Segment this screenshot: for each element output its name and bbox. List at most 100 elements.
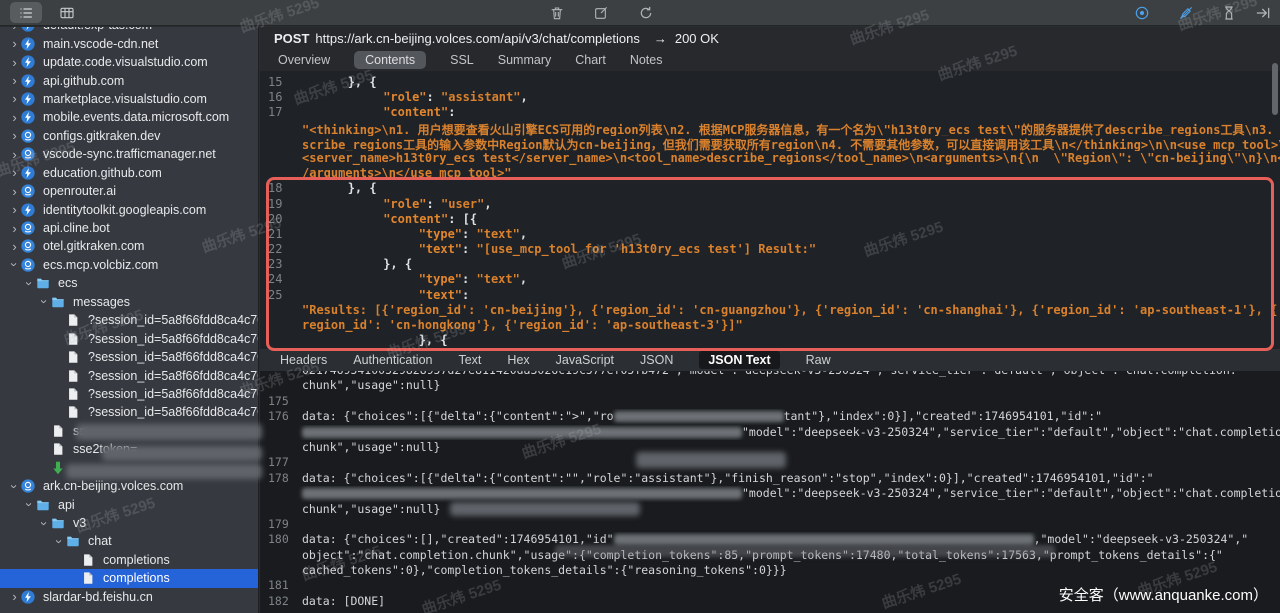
- sidebar-item[interactable]: ›identitytoolkit.googleapis.com: [0, 200, 258, 218]
- tab-hex[interactable]: Hex: [507, 353, 529, 367]
- code-line: "Results: [{'region_id': 'cn-beijing'}, …: [260, 303, 1280, 318]
- sidebar-item[interactable]: ›openrouter.ai: [0, 182, 258, 200]
- sidebar-item-label: completions: [103, 571, 170, 585]
- sidebar-item[interactable]: ›mobile.events.data.microsoft.com: [0, 108, 258, 126]
- chevron-icon[interactable]: ›: [8, 590, 21, 603]
- sidebar-item[interactable]: completions: [0, 551, 258, 569]
- sidebar-item[interactable]: completions: [0, 569, 258, 587]
- skip-end-icon[interactable]: [1252, 2, 1274, 24]
- bolt-icon: [21, 110, 38, 124]
- chevron-icon[interactable]: ›: [38, 517, 51, 530]
- tab-json[interactable]: JSON: [640, 353, 673, 367]
- sidebar-item[interactable]: ?session_id=5a8f66fdd8ca4c70aa2: [0, 311, 258, 329]
- code-line: 20"content": [{: [260, 212, 1280, 227]
- line-number: 23: [260, 257, 298, 272]
- chevron-icon[interactable]: ›: [8, 37, 21, 50]
- no-edit-icon[interactable]: [1175, 2, 1197, 24]
- doc-icon: [66, 387, 83, 401]
- chevron-icon[interactable]: ›: [38, 295, 51, 308]
- chevron-icon[interactable]: ›: [23, 498, 36, 511]
- compose-icon[interactable]: [590, 2, 612, 24]
- line-number: 182: [260, 594, 298, 609]
- bolt-icon: [21, 590, 38, 604]
- chevron-icon[interactable]: ›: [8, 240, 21, 253]
- sidebar-item[interactable]: ›vscode-sync.trafficmanager.net: [0, 145, 258, 163]
- tab-chart[interactable]: Chart: [575, 53, 606, 67]
- chevron-icon[interactable]: ›: [8, 166, 21, 179]
- chevron-icon[interactable]: ›: [8, 203, 21, 216]
- chevron-icon[interactable]: ›: [8, 74, 21, 87]
- tab-authentication[interactable]: Authentication: [353, 353, 432, 367]
- chevron-icon[interactable]: ›: [8, 27, 21, 32]
- chevron-icon[interactable]: ›: [8, 111, 21, 124]
- chevron-icon[interactable]: ›: [8, 148, 21, 161]
- tab-overview[interactable]: Overview: [278, 53, 330, 67]
- doc-icon: [66, 332, 83, 346]
- hourglass-icon[interactable]: [1218, 2, 1240, 24]
- sidebar-item[interactable]: ›ecs.mcp.volcbiz.com: [0, 256, 258, 274]
- chevron-icon[interactable]: ›: [8, 129, 21, 142]
- sidebar-item-label: main.vscode-cdn.net: [43, 37, 158, 51]
- sidebar-item[interactable]: ?session_id=5a8f66fdd8ca4c70aa2: [0, 403, 258, 421]
- sidebar-item[interactable]: › api: [0, 495, 258, 513]
- sidebar-item[interactable]: ›messages: [0, 293, 258, 311]
- tab-summary[interactable]: Summary: [498, 53, 551, 67]
- sidebar-item[interactable]: ›education.github.com: [0, 164, 258, 182]
- line-number: [260, 333, 298, 348]
- chevron-icon[interactable]: ›: [8, 480, 21, 493]
- scrollbar-thumb[interactable]: [1272, 63, 1278, 115]
- tab-text[interactable]: Text: [458, 353, 481, 367]
- line-number: [260, 548, 298, 563]
- chevron-icon[interactable]: ›: [53, 535, 66, 548]
- refresh-icon[interactable]: [635, 2, 657, 24]
- code-line: region_id': 'cn-hongkong'}, {'region_id'…: [260, 318, 1280, 333]
- code-line: 24"type": "text",: [260, 272, 1280, 287]
- sidebar-item[interactable]: ›ark.cn-beijing.volces.com: [0, 477, 258, 495]
- code-line: /arguments>\n</use_mcp_tool>": [260, 166, 1280, 181]
- folder-icon: [51, 295, 68, 309]
- sidebar-item[interactable]: ›configs.gitkraken.dev: [0, 127, 258, 145]
- sidebar-item[interactable]: ›slardar-bd.feishu.cn: [0, 588, 258, 606]
- tab-headers[interactable]: Headers: [280, 353, 327, 367]
- sidebar-item[interactable]: › api.github.com: [0, 71, 258, 89]
- chevron-icon[interactable]: ›: [23, 277, 36, 290]
- bolt-icon: [21, 55, 38, 69]
- sidebar-item[interactable]: ›ecs: [0, 274, 258, 292]
- sidebar-item[interactable]: ›otel.gitkraken.com: [0, 237, 258, 255]
- sidebar-item[interactable]: ›update.code.visualstudio.com: [0, 53, 258, 71]
- sidebar-item[interactable]: ?session_id=5a8f66fdd8ca4c70aa2: [0, 366, 258, 384]
- bolt-icon: [21, 37, 38, 51]
- sidebar-item-label: api.github.com: [43, 74, 124, 88]
- tab-notes[interactable]: Notes: [630, 53, 663, 67]
- response-body-viewer[interactable]: 021746954100529828957d27e811420da3026c19…: [260, 371, 1280, 613]
- table-view-icon[interactable]: [56, 2, 78, 24]
- trash-icon[interactable]: [546, 2, 568, 24]
- tab-json-text[interactable]: JSON Text: [699, 351, 779, 369]
- tab-javascript[interactable]: JavaScript: [556, 353, 614, 367]
- tab-ssl[interactable]: SSL: [450, 53, 474, 67]
- chevron-icon[interactable]: ›: [8, 258, 21, 271]
- sidebar-item[interactable]: ?session_id=5a8f66fdd8ca4c70aa2: [0, 385, 258, 403]
- sidebar-item[interactable]: ›default.exp-tas.com: [0, 27, 258, 34]
- sidebar-item[interactable]: ›v3: [0, 514, 258, 532]
- chevron-icon[interactable]: ›: [8, 222, 21, 235]
- chevron-icon[interactable]: ›: [8, 92, 21, 105]
- request-body-viewer[interactable]: 15}, {16"role": "assistant",17"content":…: [260, 71, 1280, 349]
- sidebar-item-label: api: [58, 498, 75, 512]
- sidebar-item[interactable]: › main.vscode-cdn.net: [0, 34, 258, 52]
- record-icon[interactable]: [1131, 2, 1153, 24]
- tab-contents[interactable]: Contents: [354, 51, 426, 69]
- sidebar-item-label: marketplace.visualstudio.com: [43, 92, 207, 106]
- globe-icon: [21, 479, 38, 493]
- list-view-icon[interactable]: [10, 2, 42, 23]
- sidebar-item[interactable]: ›chat: [0, 532, 258, 550]
- code-line: "model":"deepseek-v3-250324","service_ti…: [260, 486, 1280, 501]
- sidebar-item[interactable]: ?session_id=5a8f66fdd8ca4c70aa2: [0, 329, 258, 347]
- chevron-icon[interactable]: ›: [8, 185, 21, 198]
- sidebar-item[interactable]: ?session_id=5a8f66fdd8ca4c70aa2: [0, 348, 258, 366]
- chevron-icon[interactable]: ›: [8, 56, 21, 69]
- tab-raw[interactable]: Raw: [806, 353, 831, 367]
- sidebar-item[interactable]: ›api.cline.bot: [0, 219, 258, 237]
- sidebar-item[interactable]: › marketplace.visualstudio.com: [0, 90, 258, 108]
- globe-icon: [21, 221, 38, 235]
